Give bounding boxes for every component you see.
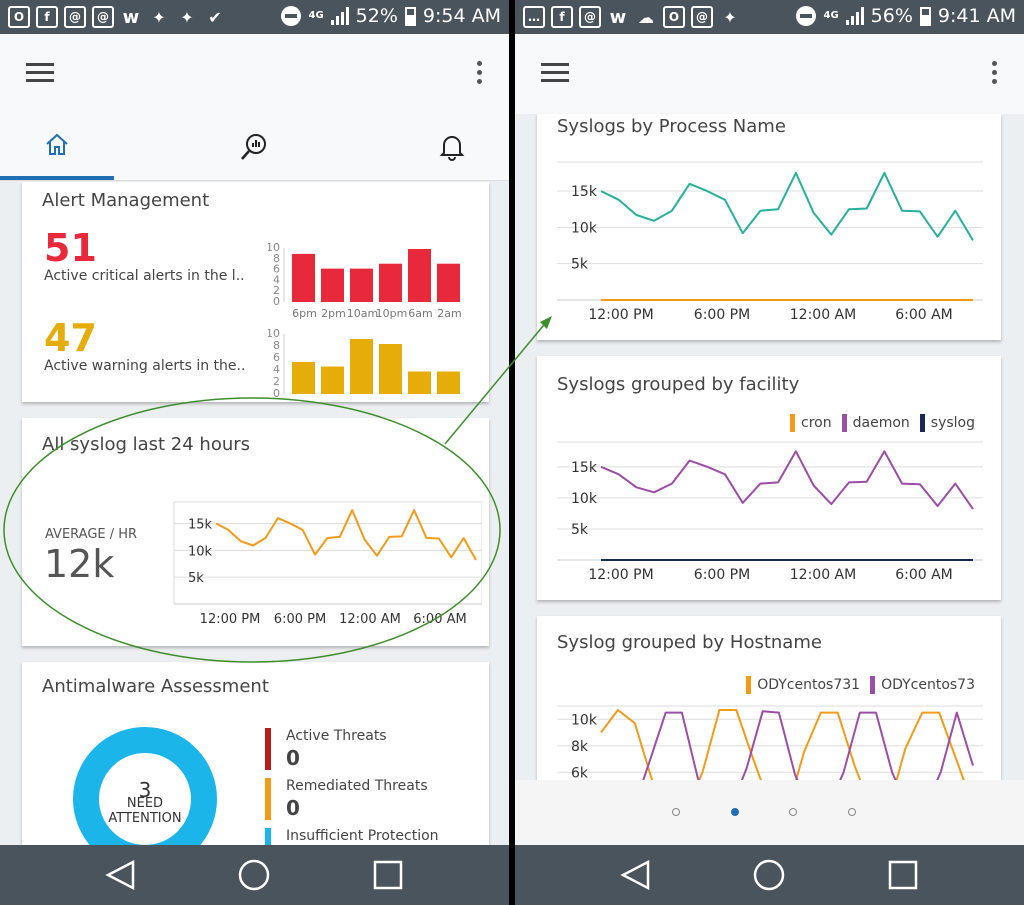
- annotation-arrow: [444, 319, 549, 445]
- annotation-overlay: [444, 316, 552, 445]
